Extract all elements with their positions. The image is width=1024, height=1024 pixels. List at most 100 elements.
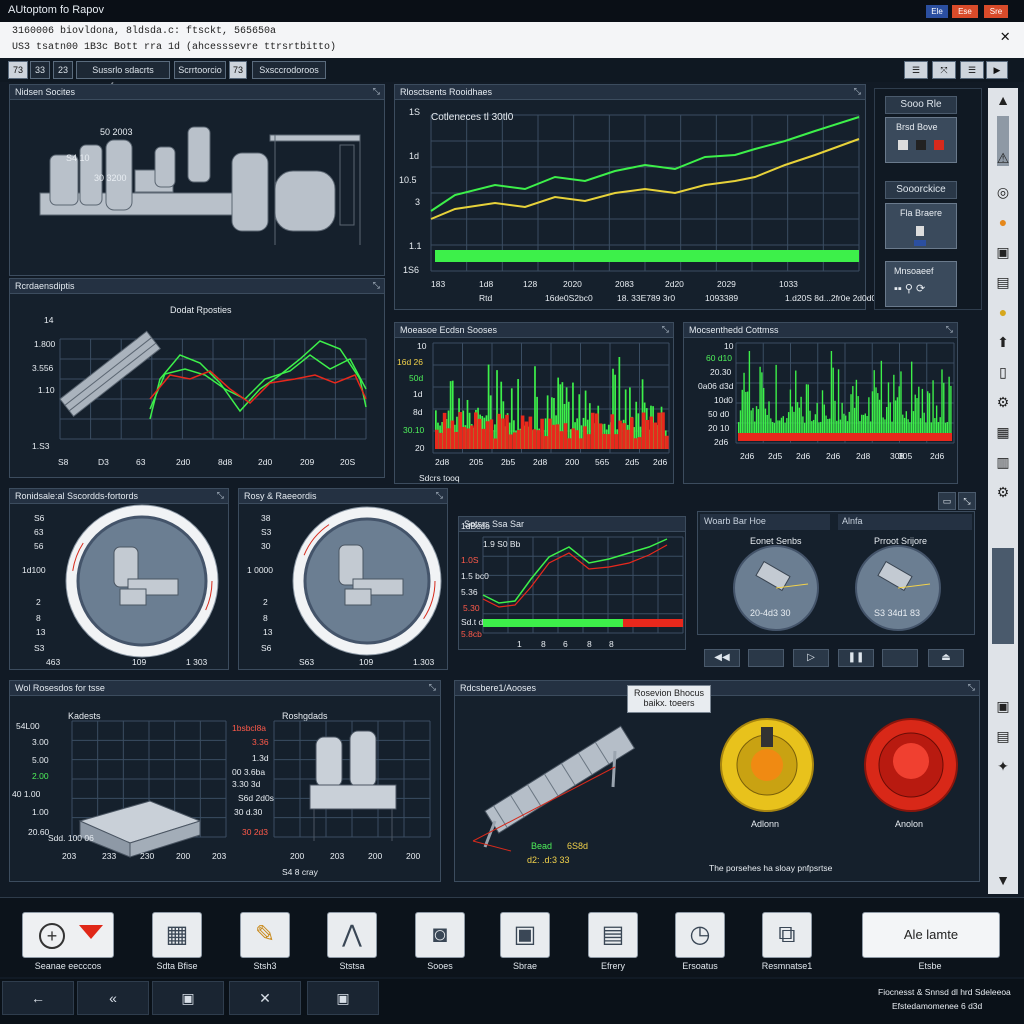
clock-icon[interactable]: ◷ — [675, 912, 725, 958]
window-icon[interactable]: ▣ — [152, 981, 224, 1015]
bell-icon[interactable]: ● — [993, 302, 1013, 322]
table-icon[interactable]: ▥ — [993, 452, 1013, 472]
yellow-knob[interactable] — [721, 721, 813, 813]
window-button-1[interactable]: Ele — [926, 5, 948, 18]
bar — [832, 367, 834, 441]
bar-red — [552, 424, 556, 449]
indicator-icon — [916, 140, 926, 150]
document-icon[interactable]: ▤ — [993, 726, 1013, 746]
stop-button[interactable] — [882, 649, 918, 667]
view-icon[interactable]: ▭ — [938, 492, 956, 510]
rewind-icon[interactable]: ◀◀ — [704, 649, 740, 667]
tick-label: 8 — [587, 639, 592, 649]
toolbar-button-6[interactable]: 73 — [229, 61, 247, 79]
tick-label: 1.800 — [34, 339, 56, 349]
bar — [910, 361, 913, 441]
emergency-stop-button[interactable] — [865, 719, 957, 811]
grid-tool-icon[interactable]: ▦ — [152, 912, 202, 958]
bar — [900, 371, 902, 441]
footer-line-2: Efstedamomenee 6 d3d — [892, 1001, 983, 1011]
tick-label: 209 — [300, 457, 315, 467]
right-card-2[interactable]: Fla Braere — [885, 203, 957, 249]
grid-icon[interactable]: ▦ — [993, 422, 1013, 442]
toolbar-button-4[interactable]: Sussrlo sdacrts rferrocs — [76, 61, 170, 91]
export-icon[interactable]: ⧉ — [762, 912, 812, 958]
tick-label: 8 — [609, 639, 614, 649]
lock-icon[interactable]: ▣ — [993, 242, 1013, 262]
camera-icon[interactable]: ◙ — [415, 912, 465, 958]
clipboard-icon[interactable]: ▯ — [993, 362, 1013, 382]
tick-label: 2d8 — [533, 457, 548, 467]
star-icon[interactable]: ✦ — [993, 756, 1013, 776]
tick-label: 30 d.30 — [234, 807, 263, 817]
tick-label: 3.00 — [32, 737, 49, 747]
knob-label-1: Adlonn — [751, 819, 780, 829]
tick-label: 5.30 — [463, 603, 480, 613]
tick-label: 10d0 — [714, 395, 733, 405]
fullscreen-icon[interactable]: ⤡ — [958, 492, 976, 510]
toolbar: 73 33 23 Sussrlo sdacrts rferrocs Scrrto… — [0, 58, 1024, 91]
network-icon[interactable]: ⚙ — [993, 392, 1013, 412]
play-icon[interactable]: ▷ — [793, 649, 829, 667]
play-icon[interactable]: ▶ — [986, 61, 1008, 79]
screen-icon[interactable]: ▣ — [307, 981, 379, 1015]
menu-icon[interactable]: ☰ — [960, 61, 984, 79]
blank-button[interactable] — [748, 649, 784, 667]
bar — [875, 387, 877, 441]
right-card-1[interactable]: Brsd Bove — [885, 117, 957, 163]
bar-red — [598, 423, 603, 449]
bulb-icon[interactable]: ● — [993, 212, 1013, 232]
tools-icon[interactable]: ✕ — [229, 981, 301, 1015]
scrollbar-track-thumb[interactable] — [992, 548, 1014, 644]
add-alarm-button[interactable]: + — [22, 912, 114, 958]
bar-red — [485, 421, 490, 449]
bar-red — [438, 432, 443, 449]
pin-icon[interactable]: ⤧ — [932, 61, 956, 79]
image-icon[interactable]: ▣ — [993, 696, 1013, 716]
bar — [898, 386, 900, 441]
warning-icon[interactable]: ⚠ — [993, 148, 1013, 168]
tick-label: 14 — [44, 315, 54, 325]
device-icon[interactable]: ▤ — [588, 912, 638, 958]
dock-caption: Sdta Bfise — [156, 961, 198, 971]
dock-caption: Resmnatse1 — [761, 961, 813, 971]
tick-label: 6 — [563, 639, 568, 649]
bar-red — [633, 438, 638, 449]
bar-red — [571, 428, 576, 449]
toolbar-button-1[interactable]: 73 — [8, 61, 28, 79]
triangle-icon[interactable]: ⋀ — [327, 912, 377, 958]
right-button-1[interactable]: Sooo Rle — [885, 96, 957, 114]
toolbar-button-3[interactable]: 23 — [53, 61, 73, 79]
tick-label: 2 — [36, 597, 41, 607]
right-button-2[interactable]: Sooorckice — [885, 181, 957, 199]
map-icon[interactable]: ◎ — [993, 182, 1013, 202]
tick-label: 200 — [406, 851, 421, 861]
arrow-up-icon[interactable]: ▲ — [993, 90, 1013, 110]
tick-label: 109 — [359, 657, 374, 667]
toolbar-button-2[interactable]: 33 — [30, 61, 50, 79]
tick-label: 1.303 — [413, 657, 435, 667]
pin-icon[interactable]: ⬆ — [993, 332, 1013, 352]
pause-icon[interactable]: ❚❚ — [838, 649, 874, 667]
arrow-down-icon[interactable]: ▼ — [993, 870, 1013, 890]
tick-label: 2.00 — [32, 771, 49, 781]
back-arrow-icon[interactable]: ← — [2, 981, 74, 1015]
window-button-3[interactable]: Sre — [984, 5, 1008, 18]
list-icon[interactable]: ☰ — [904, 61, 928, 79]
bar-red — [454, 431, 459, 449]
tick-label: 200 — [368, 851, 383, 861]
right-card-3[interactable]: Mnsoaeef ▪▪ ⚲ ⟳ — [885, 261, 957, 307]
eject-icon[interactable]: ⏏ — [928, 649, 964, 667]
close-icon[interactable]: ✕ — [1000, 26, 1010, 46]
toolbar-button-5[interactable]: Scrrtoorcio — [174, 61, 226, 79]
bar — [852, 386, 854, 441]
gear-icon[interactable]: ⚙ — [993, 482, 1013, 502]
folder-icon[interactable]: ▣ — [500, 912, 550, 958]
alarm-button[interactable]: Ale lamte — [862, 912, 1000, 958]
wrench-icon[interactable]: ✎ — [240, 912, 290, 958]
chart-icon[interactable]: ▤ — [993, 272, 1013, 292]
window-button-2[interactable]: Ese — [952, 5, 978, 18]
tick-label: 2d5 — [768, 451, 783, 461]
double-chevron-left-icon[interactable]: « — [77, 981, 149, 1015]
toolbar-button-7[interactable]: Sxsccrodoroos — [252, 61, 326, 79]
